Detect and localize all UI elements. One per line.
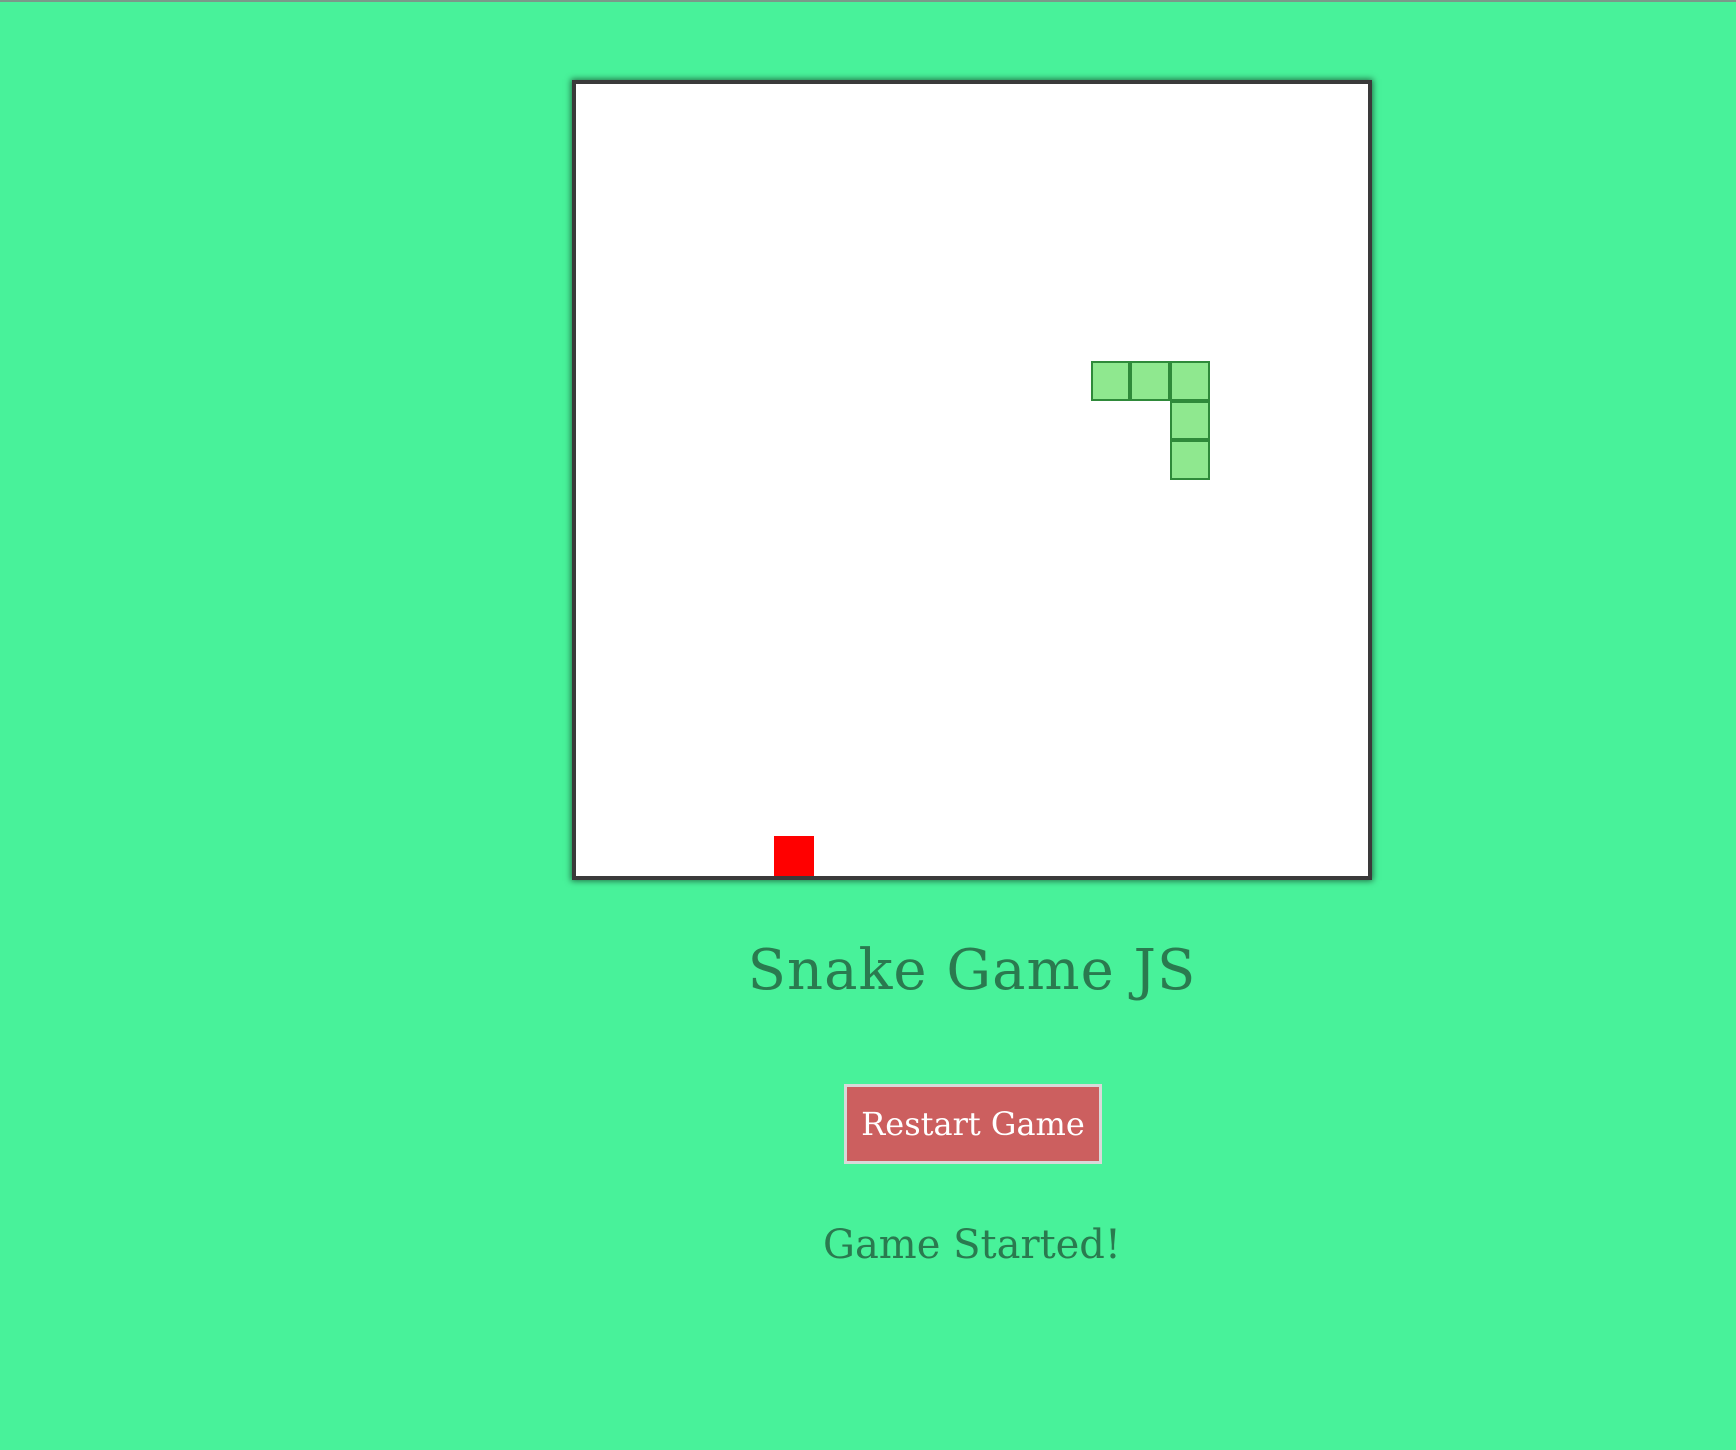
snake-body-segment [1170,361,1210,401]
snake-body-segment [1170,400,1210,441]
game-title: Snake Game JS [747,938,1197,1003]
snake-tail-segment [1090,361,1131,401]
restart-game-button[interactable]: Restart Game [844,1084,1102,1164]
game-status-text: Game Started! [823,1222,1121,1268]
game-board[interactable] [572,80,1372,880]
top-border-line [0,0,1736,2]
snake-head-segment [1170,440,1210,480]
food-pellet [774,836,814,876]
snake-body-segment [1130,361,1170,401]
